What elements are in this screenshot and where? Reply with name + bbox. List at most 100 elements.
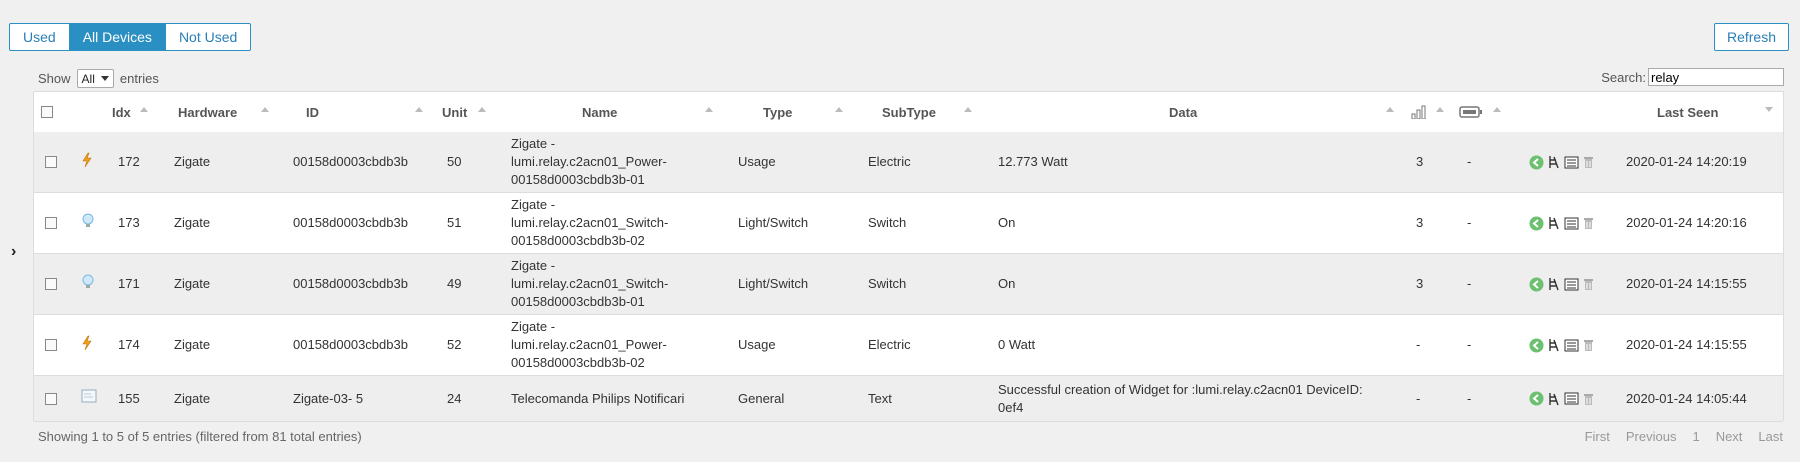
column-header-unit[interactable]: Unit [442,92,467,132]
table-row[interactable]: 155 Zigate Zigate-03- 5 24 Telecomanda P… [34,376,1783,422]
signal-column-header[interactable] [1411,92,1427,132]
signal-cell: - [1416,337,1421,352]
column-header-hardware[interactable]: Hardware [178,92,237,132]
column-header-name[interactable]: Name [582,92,617,132]
timer-icon[interactable] [1548,154,1560,170]
type-cell: General [738,390,785,406]
edit-icon[interactable] [1564,339,1579,352]
select-all-cell [41,92,53,132]
column-header-last-seen[interactable]: Last Seen [1657,92,1718,132]
edit-icon[interactable] [1564,156,1579,169]
bulb-icon[interactable] [81,274,95,295]
delete-icon[interactable] [1583,392,1594,406]
device-name: Telecomanda Philips Notificari [511,390,685,406]
sort-idx-icon [140,107,148,112]
table-row[interactable]: 172 Zigate 00158d0003cbdb3b 50 Zigate -l… [34,132,1783,193]
unit-cell: 24 [447,390,462,406]
column-header-idx[interactable]: Idx [112,92,131,132]
entries-label: entries [119,71,159,86]
last-seen-cell: 2020-01-24 14:20:16 [1626,215,1747,230]
last-seen-cell: 2020-01-24 14:05:44 [1626,390,1747,406]
battery-cell: - [1467,215,1472,230]
row-checkbox[interactable] [45,156,57,168]
row-checkbox[interactable] [45,217,57,229]
table-row[interactable]: 174 Zigate 00158d0003cbdb3b 52 Zigate -l… [34,315,1783,376]
row-checkbox[interactable] [45,339,57,351]
sort-signal-icon [1436,107,1444,112]
timer-icon[interactable] [1548,276,1560,292]
column-header-id[interactable]: ID [306,92,319,132]
timer-icon[interactable] [1548,215,1560,231]
signal-cell: 3 [1416,276,1424,291]
battery-icon [1459,106,1482,118]
bulb-icon[interactable] [81,213,95,234]
pager-page-1[interactable]: 1 [1692,429,1699,444]
edit-icon[interactable] [1564,217,1579,230]
delete-icon[interactable] [1583,155,1594,169]
idx-cell: 173 [118,215,140,230]
devices-table: Idx Hardware ID Unit Name Type SubType D… [33,91,1784,422]
hardware-cell: Zigate [174,390,211,406]
lightning-icon[interactable] [81,152,93,173]
battery-cell: - [1467,154,1472,169]
signal-cell: 3 [1416,154,1424,169]
edit-icon[interactable] [1564,278,1579,291]
filter-not-used-button[interactable]: Not Used [165,23,252,51]
type-cell: Usage [738,337,776,352]
row-checkbox[interactable] [45,392,57,405]
idx-cell: 174 [118,337,140,352]
log-arrow-icon[interactable] [1529,391,1544,406]
last-seen-cell: 2020-01-24 14:15:55 [1626,276,1747,291]
search-control: Search: [1601,68,1784,86]
delete-icon[interactable] [1583,277,1594,291]
entries-select[interactable]: All [76,69,114,88]
device-data: 12.773 Watt [998,154,1068,169]
delete-icon[interactable] [1583,338,1594,352]
log-arrow-icon[interactable] [1529,338,1544,353]
log-arrow-icon[interactable] [1529,155,1544,170]
unit-cell: 51 [447,215,462,230]
hardware-cell: Zigate [174,215,211,230]
sort-name-icon [705,107,713,112]
pager-last[interactable]: Last [1758,429,1783,444]
log-arrow-icon[interactable] [1529,216,1544,231]
lightning-icon[interactable] [81,335,93,356]
filter-used-button[interactable]: Used [9,23,70,51]
sort-data-icon [1386,107,1394,112]
type-cell: Light/Switch [738,276,809,291]
edit-icon[interactable] [1564,392,1579,405]
device-name: Zigate - lumi.relay.c2acn01_Power- 00158d0… [511,319,667,370]
unit-cell: 52 [447,337,462,352]
text-icon[interactable] [81,389,97,408]
table-row[interactable]: 173 Zigate 00158d0003cbdb3b 51 Zigate -l… [34,193,1783,254]
search-input[interactable] [1648,68,1784,86]
delete-icon[interactable] [1583,216,1594,230]
search-label: Search: [1601,69,1646,85]
select-all-checkbox[interactable] [41,106,53,118]
timer-icon[interactable] [1548,337,1560,353]
show-entries-control: Show All entries [38,69,159,88]
id-cell: 00158d0003cbdb3b [293,337,408,352]
battery-column-header[interactable] [1459,92,1483,132]
device-data: On [998,276,1016,291]
column-header-type[interactable]: Type [763,92,792,132]
pager-previous[interactable]: Previous [1626,429,1677,444]
chevron-right-icon[interactable]: › [11,243,16,261]
row-checkbox[interactable] [45,278,57,290]
table-row[interactable]: 171 Zigate 00158d0003cbdb3b 49 Zigate -l… [34,254,1783,315]
column-header-subtype[interactable]: SubType [882,92,936,132]
hardware-cell: Zigate [174,154,211,169]
column-header-data[interactable]: Data [1169,92,1197,132]
filter-all-devices-button[interactable]: All Devices [69,23,166,51]
id-cell: 00158d0003cbdb3b [293,215,408,230]
timer-icon[interactable] [1548,391,1560,407]
pager-next[interactable]: Next [1716,429,1743,444]
idx-cell: 172 [118,154,140,169]
subtype-cell: Switch [868,276,907,291]
show-label: Show [38,71,71,86]
pager-first[interactable]: First [1585,429,1610,444]
log-arrow-icon[interactable] [1529,277,1544,292]
chevron-down-icon [100,76,109,81]
refresh-button[interactable]: Refresh [1713,23,1789,51]
battery-cell: - [1467,390,1472,406]
